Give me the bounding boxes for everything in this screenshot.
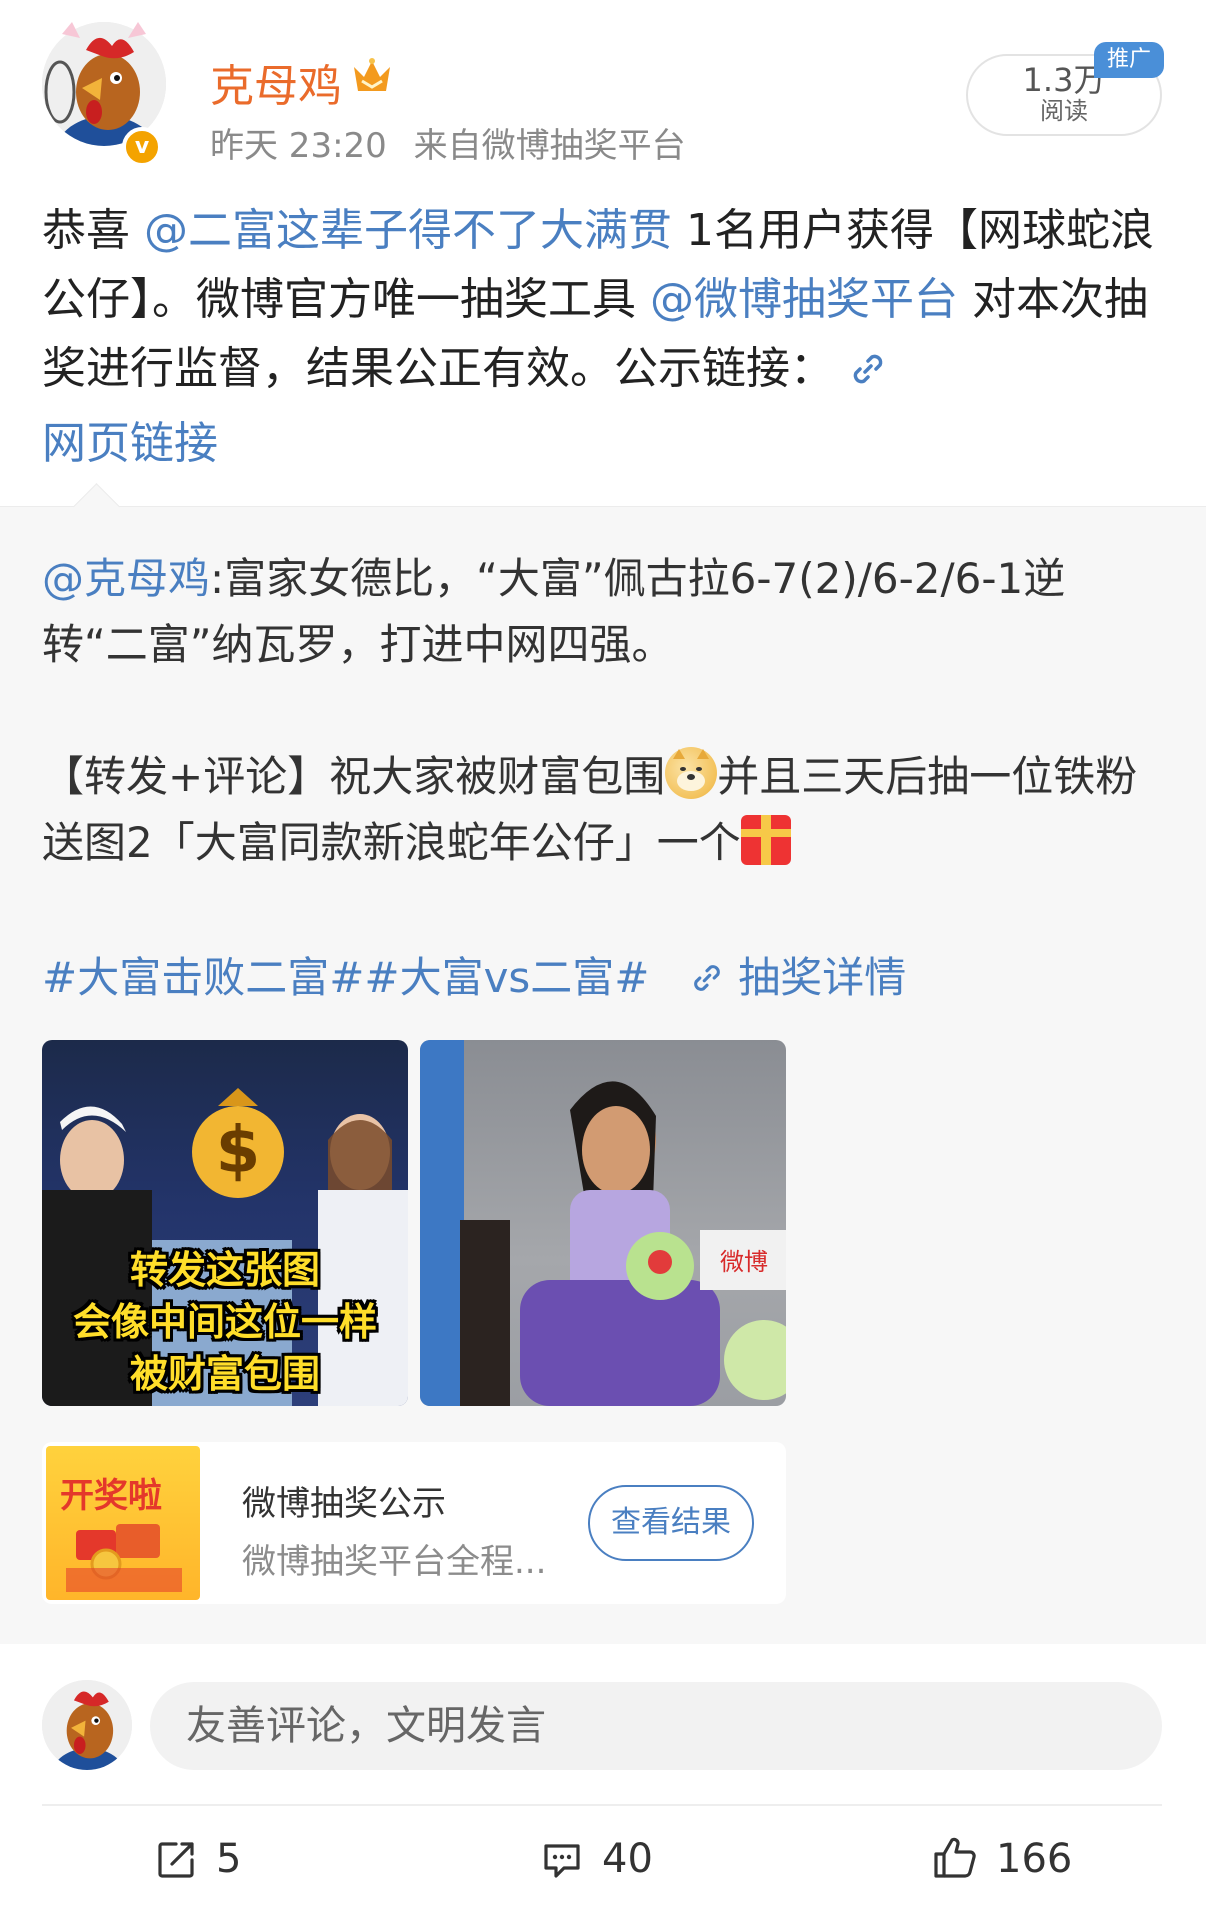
post-image-1[interactable]: $ 转发这张图 会像中间这位一样 被财富包围 (42, 1040, 408, 1406)
comment-count: 40 (602, 1836, 653, 1882)
repost-divider (0, 506, 1206, 507)
post-source[interactable]: 来自微博抽奖平台 (414, 126, 686, 166)
comment-input[interactable]: 友善评论，文明发言 (150, 1682, 1162, 1770)
link-icon[interactable] (848, 340, 888, 409)
caption-line-3: 被财富包围 (129, 1352, 320, 1396)
like-count: 166 (996, 1836, 1073, 1882)
mention-platform[interactable]: @微博抽奖平台 (650, 274, 958, 325)
comment-button[interactable]: 40 (540, 1832, 653, 1886)
promo-badge: 推广 (1094, 42, 1164, 78)
current-user-avatar[interactable] (42, 1680, 132, 1770)
link-icon (694, 965, 720, 991)
post-timestamp: 昨天 23:20 (210, 126, 387, 166)
lottery-detail-label: 抽奖详情 (738, 953, 907, 1002)
caption-line-1: 转发这张图 (129, 1248, 320, 1292)
post-prefix: 恭喜 (42, 205, 144, 256)
repost-button[interactable]: 5 (154, 1832, 241, 1886)
caption-line-2: 会像中间这位一样 (72, 1300, 377, 1344)
svg-text:微博: 微博 (720, 1248, 768, 1276)
lottery-detail-link[interactable]: 抽奖详情 (689, 953, 906, 1002)
post-body: 恭喜 @二富这辈子得不了大满贯 1名用户获得【网球蛇浪公仔】。微博官方唯一抽奖工… (42, 196, 1162, 478)
like-button[interactable]: 166 (930, 1832, 1072, 1886)
repost-body: @克母鸡:富家女德比，“大富”佩古拉6-7(2)/6-2/6-1逆转“二富”纳瓦… (42, 546, 1162, 876)
crown-badge-icon[interactable] (350, 57, 394, 101)
lottery-card-title: 微博抽奖公示 (242, 1484, 446, 1524)
repost-tags: #大富击败二富##大富vs二富# 抽奖详情 (42, 944, 906, 1005)
repost-line-2a: 【转发+评论】祝大家被财富包围 (42, 752, 666, 801)
post-image-2[interactable]: 微博 (420, 1040, 786, 1406)
repost-author[interactable]: @克母鸡 (42, 554, 210, 603)
mention-winner[interactable]: @二富这辈子得不了大满贯 (144, 205, 672, 256)
lottery-card-description: 微博抽奖平台全程... (242, 1542, 547, 1582)
like-icon (934, 1837, 976, 1878)
comment-icon (544, 1844, 580, 1878)
gift-emoji-icon (740, 815, 791, 865)
lottery-thumbnail: 开奖啦 (46, 1446, 200, 1600)
repost-icon (158, 1842, 194, 1878)
post-meta: 昨天 23:20 来自微博抽奖平台 (210, 118, 686, 167)
repost-count: 5 (216, 1836, 242, 1882)
hashtags[interactable]: #大富击败二富##大富vs二富# (42, 953, 650, 1002)
doge-emoji-icon (665, 747, 718, 799)
image-1-caption: 转发这张图 会像中间这位一样 被财富包围 (42, 1244, 408, 1400)
lottery-card[interactable]: 开奖啦 微博抽奖公示 微博抽奖平台全程... 查看结果 (42, 1442, 786, 1604)
svg-text:$: $ (216, 1114, 261, 1188)
author-name[interactable]: 克母鸡 (210, 50, 342, 114)
verified-v-icon: v (122, 127, 162, 167)
actions-divider (42, 1804, 1162, 1806)
read-label: 阅读 (1040, 97, 1088, 125)
view-result-button[interactable]: 查看结果 (588, 1485, 754, 1561)
web-link[interactable]: 网页链接 (42, 418, 218, 469)
